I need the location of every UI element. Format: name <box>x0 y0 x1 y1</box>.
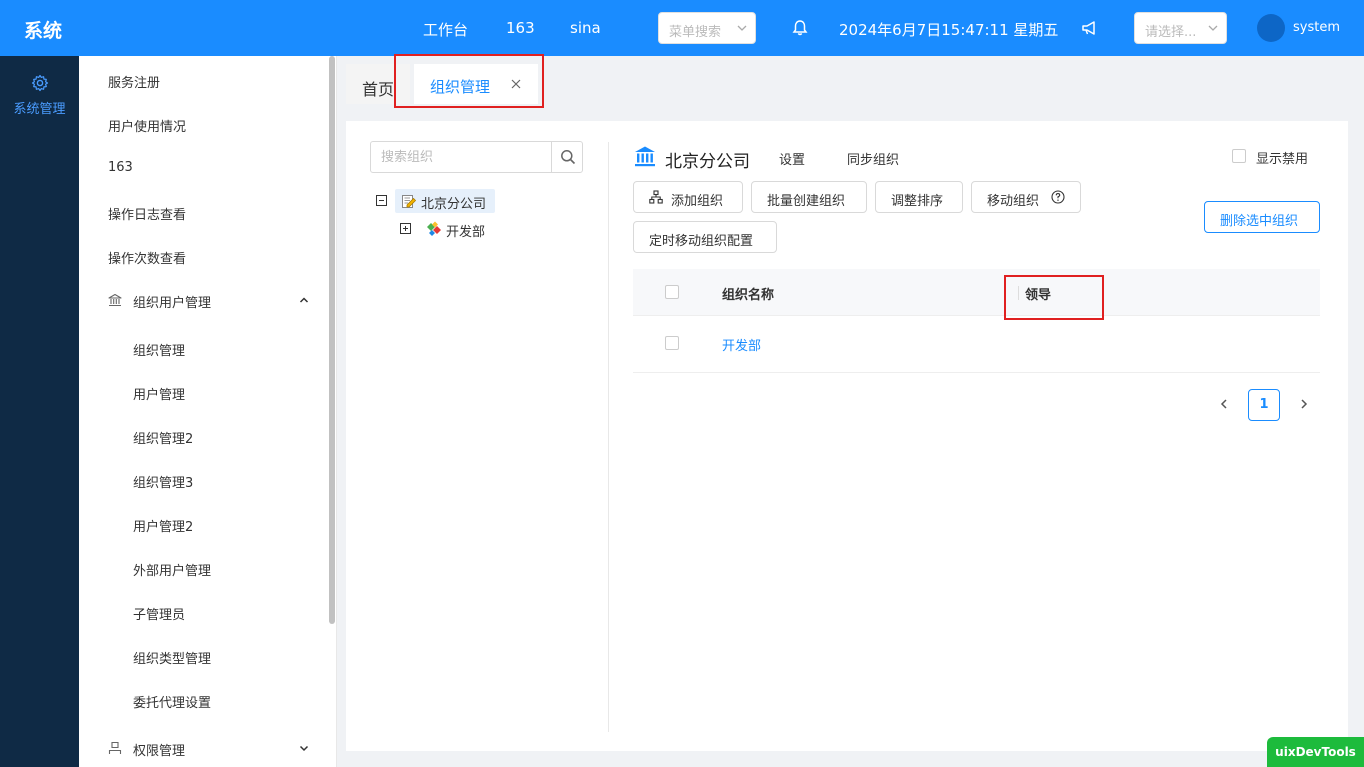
delete-selected-label: 删除选中组织 <box>1220 214 1299 229</box>
org-chart-icon <box>649 190 663 204</box>
org-search-input[interactable] <box>371 142 551 172</box>
gear-icon <box>31 74 48 92</box>
table-row[interactable]: 开发部 <box>633 316 1320 373</box>
panel-divider <box>608 142 609 732</box>
org-search-box <box>370 141 583 173</box>
search-icon <box>561 150 576 165</box>
bell-icon[interactable] <box>791 19 809 37</box>
avatar[interactable] <box>1257 14 1285 42</box>
tree-node-root[interactable]: 北京分公司 <box>421 193 486 212</box>
sidebar: 服务注册 用户使用情况 163 操作日志查看 操作次数查看 组织用户管理 组织管… <box>79 56 337 767</box>
user-icon <box>108 741 122 754</box>
tree-expand-toggle[interactable] <box>400 223 411 234</box>
row-checkbox[interactable] <box>665 336 679 350</box>
sidebar-item-163[interactable]: 163 <box>108 160 133 175</box>
menu-search-select[interactable]: 菜单搜索 <box>658 12 756 44</box>
chevron-right-icon[interactable] <box>1297 397 1311 411</box>
sidebar-group-label: 权限管理 <box>133 744 186 759</box>
chevron-left-icon[interactable] <box>1217 397 1231 411</box>
datetime-display: 2024年6月7日15:47:11 星期五 <box>839 21 1059 39</box>
rail-item-label: 系统管理 <box>13 102 66 117</box>
batch-create-org-button[interactable]: 批量创建组织 <box>751 181 867 213</box>
top-bar: 系统 工作台 163 sina 菜单搜索 2024年6月7日15:47:11 星… <box>0 0 1364 56</box>
sidebar-item-org-types[interactable]: 组织类型管理 <box>133 648 211 667</box>
chevron-up-icon <box>299 297 309 303</box>
sidebar-item-delegation[interactable]: 委托代理设置 <box>133 692 211 711</box>
select-all-checkbox[interactable] <box>665 285 679 299</box>
scheduled-move-label: 定时移动组织配置 <box>649 234 754 249</box>
sidebar-item-external-users[interactable]: 外部用户管理 <box>133 560 211 579</box>
username[interactable]: system <box>1293 20 1340 35</box>
bank-icon <box>635 146 655 167</box>
topnav-workbench[interactable]: 工作台 <box>423 19 468 40</box>
tree-node-child[interactable]: 开发部 <box>446 221 485 240</box>
org-group-icon <box>427 221 441 236</box>
sync-org-button[interactable]: 同步组织 <box>847 149 899 168</box>
module-rail: 系统管理 <box>0 56 79 767</box>
app-title: 系统 <box>24 20 63 42</box>
dev-tools-badge[interactable]: uixDevTools <box>1267 737 1364 767</box>
reorder-label: 调整排序 <box>891 194 944 209</box>
chevron-down-icon <box>737 25 747 31</box>
sidebar-group-permissions[interactable]: 权限管理 <box>108 740 309 759</box>
show-disabled-label: 显示禁用 <box>1256 152 1309 167</box>
delete-selected-button[interactable]: 删除选中组织 <box>1204 201 1320 233</box>
move-org-button[interactable]: 移动组织 <box>971 181 1081 213</box>
table-header: 组织名称 领导 <box>633 269 1320 316</box>
menu-search-placeholder: 菜单搜索 <box>669 25 722 40</box>
scheduled-move-config-button[interactable]: 定时移动组织配置 <box>633 221 777 253</box>
page-number-current[interactable]: 1 <box>1248 389 1280 421</box>
org-title: 北京分公司 <box>665 152 750 172</box>
sidebar-item-user-management-2[interactable]: 用户管理2 <box>133 516 193 535</box>
sidebar-scrollbar[interactable] <box>329 56 335 624</box>
sidebar-group-label: 组织用户管理 <box>133 296 212 311</box>
show-disabled-checkbox[interactable] <box>1232 149 1246 163</box>
batch-create-label: 批量创建组织 <box>767 194 846 209</box>
search-button[interactable] <box>551 142 583 172</box>
move-org-label: 移动组织 <box>987 194 1040 209</box>
sidebar-item-operation-log[interactable]: 操作日志查看 <box>108 204 186 223</box>
add-org-button[interactable]: 添加组织 <box>633 181 743 213</box>
chevron-down-icon <box>1208 25 1218 31</box>
highlight-box-tab <box>394 54 544 108</box>
sidebar-group-org-user[interactable]: 组织用户管理 <box>108 292 309 311</box>
sidebar-item-sub-admins[interactable]: 子管理员 <box>133 604 185 623</box>
sidebar-item-user-usage[interactable]: 用户使用情况 <box>108 116 186 135</box>
language-select[interactable]: 请选择... <box>1134 12 1227 44</box>
megaphone-icon[interactable] <box>1080 18 1100 38</box>
tree-collapse-toggle[interactable] <box>376 195 387 206</box>
sidebar-item-user-management[interactable]: 用户管理 <box>133 384 185 403</box>
column-header-name[interactable]: 组织名称 <box>722 284 774 303</box>
add-org-label: 添加组织 <box>671 194 724 209</box>
sidebar-item-service-registry[interactable]: 服务注册 <box>108 72 160 91</box>
sidebar-item-org-management-2[interactable]: 组织管理2 <box>133 428 193 447</box>
main-panel <box>346 121 1348 751</box>
reorder-button[interactable]: 调整排序 <box>875 181 963 213</box>
settings-button[interactable]: 设置 <box>779 149 805 168</box>
topnav-163[interactable]: 163 <box>506 19 535 37</box>
language-select-placeholder: 请选择... <box>1145 25 1197 40</box>
rail-item-system-management[interactable]: 系统管理 <box>0 74 79 117</box>
tab-label: 首页 <box>362 80 395 99</box>
sidebar-item-operation-count[interactable]: 操作次数查看 <box>108 248 186 267</box>
help-icon[interactable] <box>1051 190 1065 204</box>
org-folder-icon <box>402 195 417 208</box>
bank-icon <box>108 293 122 307</box>
row-org-name-link[interactable]: 开发部 <box>722 335 761 354</box>
highlight-box-leader-column <box>1004 275 1104 320</box>
topnav-sina[interactable]: sina <box>570 19 601 37</box>
sidebar-item-org-management-3[interactable]: 组织管理3 <box>133 472 193 491</box>
sidebar-item-org-management[interactable]: 组织管理 <box>133 340 185 359</box>
chevron-down-icon <box>299 745 309 752</box>
